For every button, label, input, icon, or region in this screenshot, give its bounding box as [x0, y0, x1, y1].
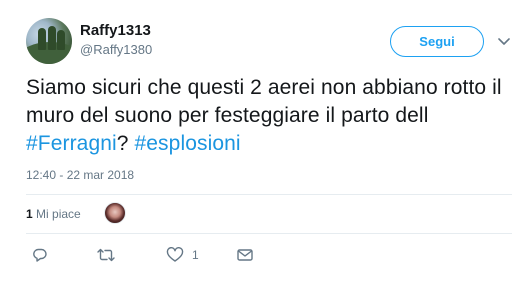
avatar-tree — [48, 26, 56, 50]
reply-button[interactable] — [32, 246, 48, 264]
like-count: 1 — [192, 248, 199, 262]
tweet-card: Raffy1313 @Raffy1380 Segui Siamo sicuri … — [0, 0, 532, 281]
likes-label: Mi piace — [36, 207, 81, 221]
like-button[interactable]: 1 — [166, 246, 199, 264]
tweet-timestamp[interactable]: 12:40 - 22 mar 2018 — [26, 168, 134, 182]
divider — [26, 233, 512, 234]
likes-count[interactable]: 1 Mi piace — [26, 207, 81, 221]
hashtag-link[interactable]: #esplosioni — [135, 132, 241, 155]
tweet-text: Siamo sicuri che questi 2 aerei non abbi… — [26, 74, 516, 158]
reply-icon — [33, 248, 47, 262]
follow-button[interactable]: Segui — [390, 26, 484, 57]
direct-message-button[interactable] — [236, 246, 254, 264]
direct-message-icon — [237, 249, 253, 261]
tweet-text-part: ? — [116, 132, 135, 155]
user-handle[interactable]: @Raffy1380 — [80, 42, 152, 57]
heart-icon — [166, 247, 184, 262]
retweet-button[interactable] — [96, 246, 116, 264]
hashtag-link[interactable]: #Ferragni — [26, 132, 117, 155]
chevron-down-icon[interactable] — [496, 33, 512, 49]
likes-number: 1 — [26, 207, 33, 221]
avatar[interactable] — [26, 18, 72, 64]
divider — [26, 194, 512, 195]
avatar-tree — [57, 30, 65, 50]
user-display-name[interactable]: Raffy1313 — [80, 22, 151, 39]
tweet-text-part: Siamo sicuri che questi 2 aerei non abbi… — [26, 76, 502, 127]
retweet-icon — [97, 248, 115, 262]
liker-avatar[interactable] — [104, 202, 126, 224]
avatar-tree — [38, 28, 46, 50]
